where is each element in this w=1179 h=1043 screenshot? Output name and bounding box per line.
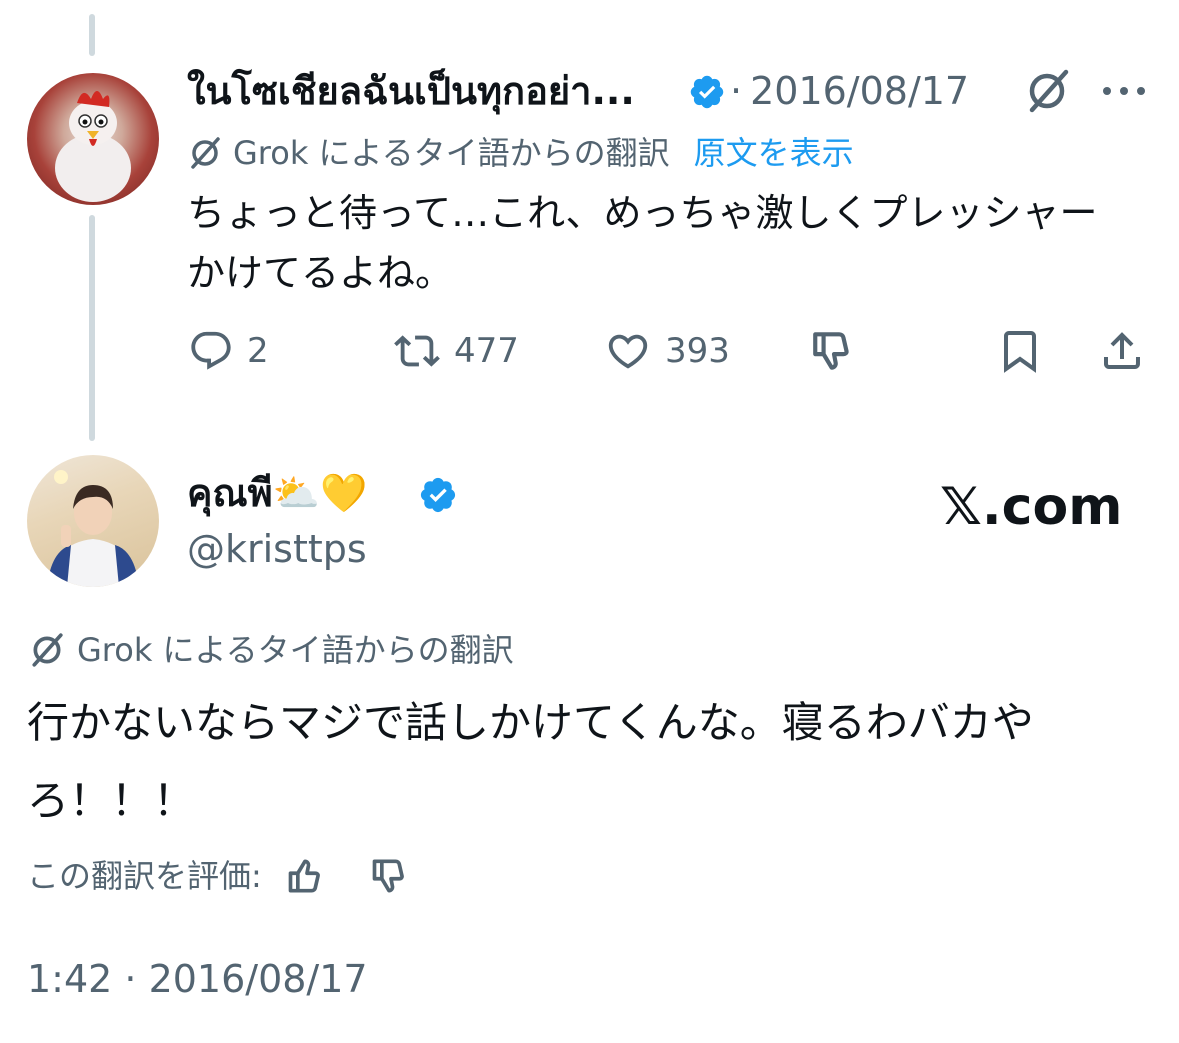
tweet-timestamp[interactable]: 1:42 · 2016/08/17 [27, 954, 368, 1004]
retweet-icon [394, 335, 440, 367]
translation-row: Grok によるタイ語からの翻訳 原文を表示 [187, 130, 854, 176]
retweet-count: 477 [454, 331, 519, 371]
avatar[interactable] [27, 455, 159, 587]
show-original-link[interactable]: 原文を表示 [694, 130, 854, 176]
verified-badge-icon [420, 477, 456, 513]
translation-row: Grok によるタイ語からの翻訳 [27, 627, 514, 673]
translation-label: Grok によるタイ語からの翻訳 [77, 631, 514, 669]
tweet-text: 行かないならマジで話しかけてくんな。寝るわバカやろ！！！ [27, 698, 1034, 825]
grok-icon[interactable] [1022, 68, 1072, 114]
reply-icon [191, 331, 231, 370]
rate-translation-row: この翻訳を評価: [27, 853, 414, 899]
bookmark-icon[interactable] [996, 326, 1044, 376]
author-name-text[interactable]: ในโซเชียลฉันเป็นทุกอย่า... [187, 69, 635, 113]
author-name[interactable]: ในโซเชียลฉันเป็นทุกอย่า... [187, 66, 635, 116]
tweet-text: ちょっと待って…これ、めっちゃ激しくプレッシャーかけてるよね。 [187, 191, 1098, 295]
rooster-avatar-image [55, 91, 131, 202]
date-text[interactable]: 2016/08/17 [750, 69, 969, 113]
author-name-text[interactable]: คุณพี⛅💛 [187, 471, 367, 515]
author-name[interactable]: คุณพี⛅💛 [187, 466, 367, 520]
thread-line-top [89, 14, 95, 56]
avatar[interactable] [27, 73, 159, 205]
date-separator: · [730, 69, 743, 113]
thread-line-connector [89, 215, 95, 441]
thumbs-up-icon[interactable] [284, 854, 330, 898]
verified-badge-icon [690, 75, 724, 109]
share-icon[interactable] [1098, 326, 1146, 376]
like-button[interactable]: 393 [603, 328, 730, 374]
rate-label: この翻訳を評価: [27, 857, 262, 895]
x-logo[interactable]: 𝕏.com [940, 478, 1122, 536]
translation-label: Grok によるタイ語からの翻訳 [233, 134, 670, 172]
tweet-date[interactable]: · 2016/08/17 [730, 66, 969, 116]
grok-icon [32, 633, 63, 667]
reply-count: 2 [247, 331, 269, 371]
profile-photo-image [47, 470, 139, 587]
user-handle[interactable]: @kristtps [187, 524, 367, 574]
more-icon[interactable] [1102, 86, 1146, 96]
grok-icon [191, 137, 220, 169]
reply-button[interactable]: 2 [187, 328, 269, 374]
thumbs-down-icon[interactable] [368, 854, 414, 898]
dislike-icon[interactable] [808, 326, 860, 376]
retweet-button[interactable]: 477 [392, 328, 519, 374]
like-count: 393 [665, 331, 730, 371]
like-icon [608, 334, 648, 369]
